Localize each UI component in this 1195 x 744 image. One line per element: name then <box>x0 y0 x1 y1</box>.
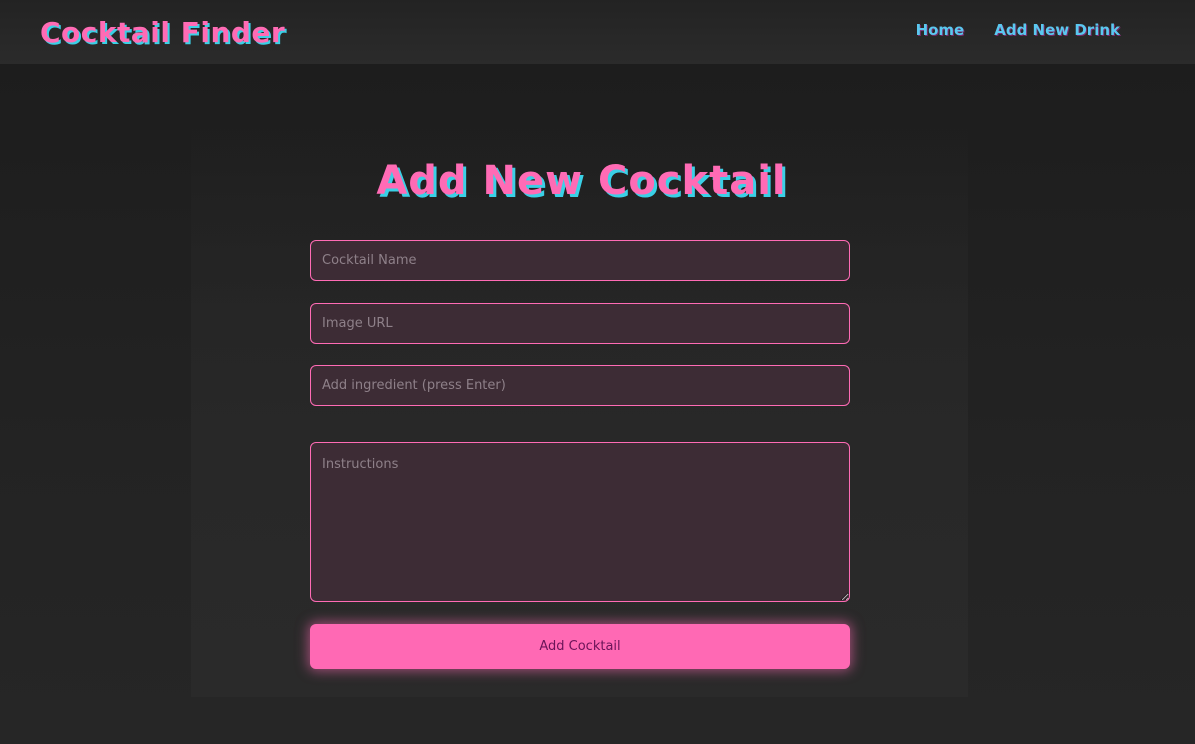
page-title: Add New Cocktail <box>376 158 787 204</box>
form-panel <box>191 120 968 697</box>
nav-link-home[interactable]: Home <box>916 21 965 39</box>
ingredient-input[interactable] <box>310 365 850 406</box>
image-url-input[interactable] <box>310 303 850 344</box>
add-cocktail-button[interactable]: Add Cocktail <box>310 624 850 669</box>
cocktail-name-input[interactable] <box>310 240 850 281</box>
brand-logo[interactable]: Cocktail Finder <box>40 16 285 49</box>
nav-link-add-new-drink[interactable]: Add New Drink <box>994 21 1120 39</box>
instructions-textarea[interactable] <box>310 442 850 602</box>
nav-links: Home Add New Drink <box>916 21 1155 39</box>
navbar: Cocktail Finder Home Add New Drink <box>0 0 1195 64</box>
